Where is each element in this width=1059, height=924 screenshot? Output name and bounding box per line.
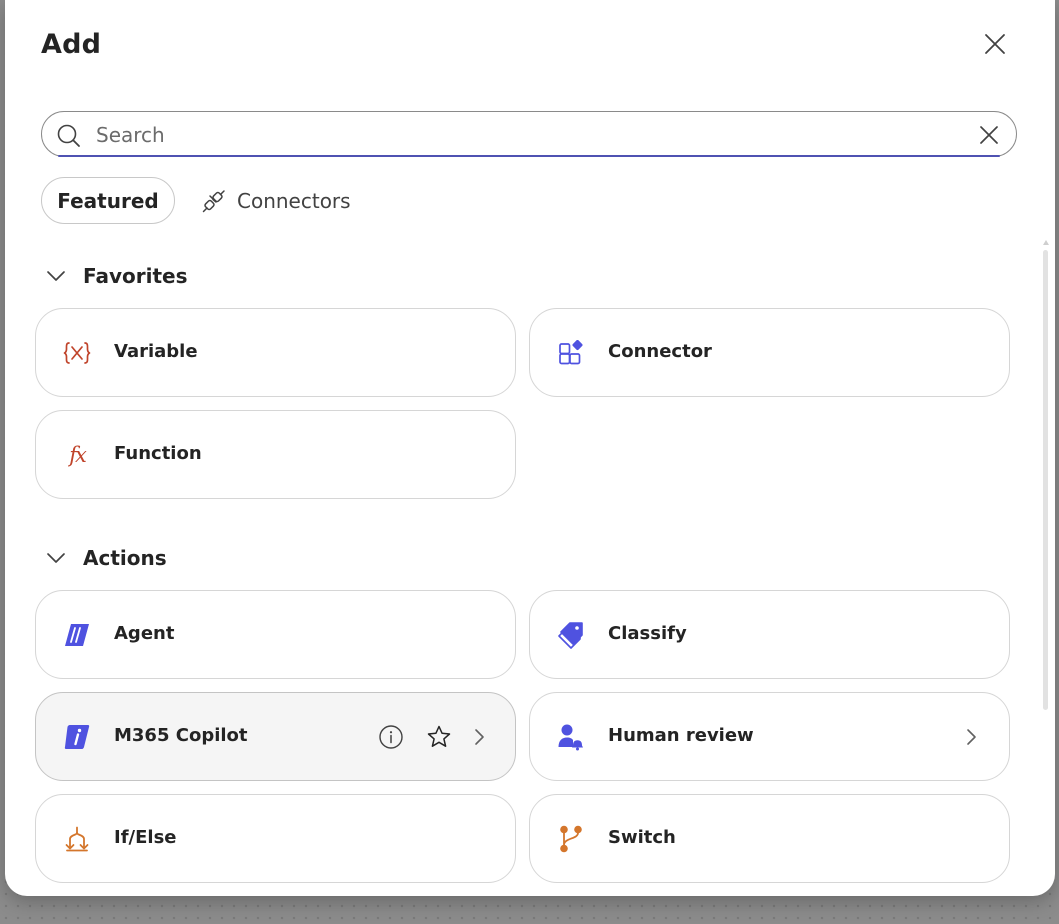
if-else-icon	[63, 825, 91, 853]
action-card-label: Agent	[114, 623, 175, 644]
section-favorites-header[interactable]: Favorites	[45, 261, 188, 291]
section-favorites-label: Favorites	[83, 264, 188, 288]
action-card-m365-copilot[interactable]: M365 Copilot	[35, 692, 516, 781]
scrollbar-thumb[interactable]	[1043, 250, 1048, 710]
action-card-function[interactable]: fx Function	[35, 410, 516, 499]
section-actions-header[interactable]: Actions	[45, 543, 167, 573]
info-button[interactable]	[378, 724, 404, 750]
switch-icon	[557, 825, 585, 853]
chevron-right-icon	[967, 729, 976, 745]
chevron-down-icon	[47, 553, 65, 563]
tab-featured[interactable]: Featured	[41, 177, 175, 224]
clear-icon	[980, 126, 998, 144]
action-card-variable[interactable]: Variable	[35, 308, 516, 397]
function-icon: fx	[63, 441, 91, 469]
action-card-human-review[interactable]: Human review	[529, 692, 1010, 781]
tab-featured-label: Featured	[57, 188, 159, 213]
search-input[interactable]	[94, 118, 958, 152]
chevron-right-icon	[475, 729, 484, 745]
plug-icon	[202, 189, 225, 212]
section-actions-label: Actions	[83, 546, 167, 570]
action-card-label: M365 Copilot	[114, 725, 248, 746]
tab-connectors-label: Connectors	[237, 188, 351, 213]
expand-button[interactable]	[958, 724, 984, 750]
scrollbar[interactable]	[1042, 240, 1050, 712]
action-card-label: If/Else	[114, 827, 177, 848]
connector-icon	[557, 339, 585, 367]
human-review-icon	[557, 723, 585, 751]
star-icon	[427, 725, 451, 747]
search-icon	[57, 124, 80, 147]
action-card-label: Function	[114, 443, 202, 464]
classify-tag-icon	[557, 621, 585, 649]
search-box[interactable]	[41, 111, 1017, 157]
variable-icon	[63, 339, 91, 367]
action-card-label: Switch	[608, 827, 676, 848]
copilot-icon	[63, 723, 91, 751]
action-card-label: Variable	[114, 341, 198, 362]
action-card-label: Connector	[608, 341, 712, 362]
close-button[interactable]	[978, 27, 1012, 61]
action-card-connector[interactable]: Connector	[529, 308, 1010, 397]
expand-button[interactable]	[466, 724, 492, 750]
action-card-agent[interactable]: Agent	[35, 590, 516, 679]
action-card-label: Human review	[608, 725, 754, 746]
close-icon	[985, 34, 1005, 54]
favorite-star-button[interactable]	[426, 724, 452, 750]
add-dialog: Add Featured	[5, 0, 1055, 896]
dialog-title: Add	[41, 29, 102, 60]
chevron-down-icon	[47, 271, 65, 281]
scroll-up-arrow[interactable]	[1043, 240, 1049, 245]
agent-icon	[63, 621, 91, 649]
action-card-switch[interactable]: Switch	[529, 794, 1010, 883]
clear-search-button[interactable]	[977, 123, 1001, 147]
tab-connectors[interactable]: Connectors	[201, 177, 351, 224]
action-card-if-else[interactable]: If/Else	[35, 794, 516, 883]
action-card-classify[interactable]: Classify	[529, 590, 1010, 679]
action-card-label: Classify	[608, 623, 687, 644]
function-glyph: fx	[69, 443, 87, 467]
info-icon	[379, 725, 403, 749]
